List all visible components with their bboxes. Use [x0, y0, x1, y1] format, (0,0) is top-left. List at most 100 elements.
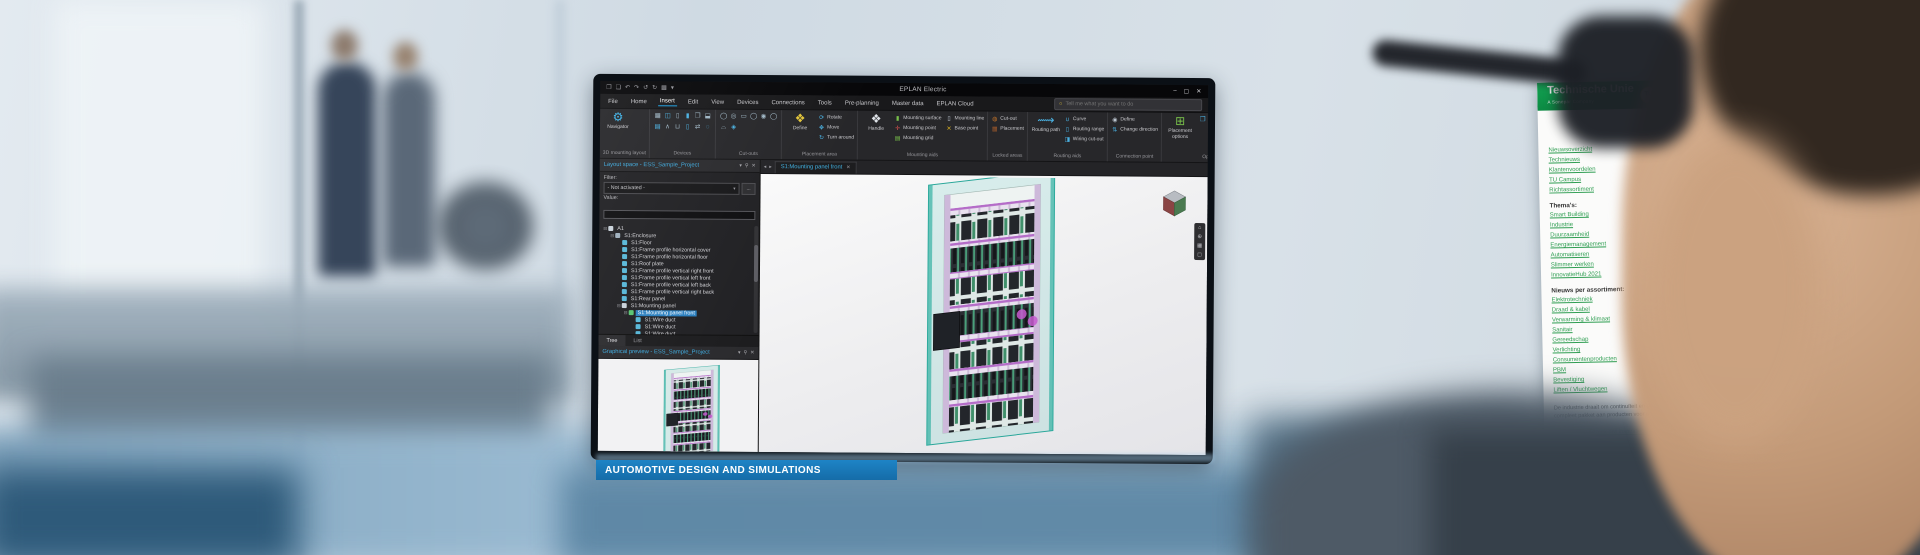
- qat-button[interactable]: ▾: [671, 84, 674, 91]
- ribbon-button-cut-out[interactable]: ◍ Cut-out: [991, 114, 1024, 124]
- nav-link-technieuws[interactable]: Technieuws: [1549, 156, 1581, 166]
- menu-file[interactable]: File: [606, 96, 620, 105]
- tab-scroll-arrow[interactable]: ◂: [764, 164, 767, 170]
- panel-header-icon[interactable]: ✕: [750, 350, 754, 356]
- ribbon-button-turn-around[interactable]: ↻ Turn around: [818, 132, 854, 142]
- ribbon-tool-icon[interactable]: ◌: [703, 123, 712, 133]
- theme-link-innovatiehub-2021[interactable]: InnovatieHub 2021: [1551, 270, 1602, 280]
- doc-tab-close-icon[interactable]: ✕: [846, 165, 850, 171]
- navigation-cube[interactable]: [1157, 185, 1191, 219]
- assortment-link-liften-vluchtwegen[interactable]: Liften / Vluchtwegen: [1553, 385, 1607, 395]
- ribbon-tool-icon[interactable]: ▯: [683, 122, 692, 132]
- dock-tab-list[interactable]: List: [625, 335, 649, 346]
- panel-header-icon[interactable]: ⚲: [744, 350, 748, 356]
- view-tool-icon[interactable]: ▦: [1197, 243, 1202, 249]
- filter-browse-button[interactable]: ...: [741, 182, 756, 195]
- menu-view[interactable]: View: [709, 97, 726, 106]
- theme-link-slimmer-werken[interactable]: Slimmer werken: [1551, 261, 1594, 271]
- menu-devices[interactable]: Devices: [735, 97, 760, 106]
- ribbon-button-routing-range[interactable]: ▯ Routing range: [1064, 124, 1105, 134]
- ribbon-tool-icon[interactable]: ❒: [1198, 115, 1207, 125]
- theme-link-smart-building[interactable]: Smart Building: [1550, 211, 1589, 221]
- minimize-button[interactable]: –: [1173, 88, 1176, 95]
- menu-insert[interactable]: Insert: [657, 96, 677, 107]
- nav-link-nieuwsoverzicht[interactable]: Nieuwsoverzicht: [1548, 146, 1592, 156]
- ribbon-button-mounting-surface[interactable]: ▮ Mounting surface: [894, 113, 942, 123]
- ribbon-button-define[interactable]: ◉ Define: [1111, 114, 1158, 124]
- ribbon-tool-icon[interactable]: ⇄: [693, 123, 702, 133]
- tree-scrollbar[interactable]: [753, 225, 759, 333]
- assortment-link-pbm[interactable]: PBM: [1553, 366, 1566, 375]
- assortment-link-consumentenproducten[interactable]: Consumentenproducten: [1553, 355, 1617, 365]
- menu-tools[interactable]: Tools: [816, 98, 834, 107]
- ribbon-tool-icon[interactable]: ∧: [663, 122, 672, 132]
- menu-edit[interactable]: Edit: [686, 97, 700, 106]
- ribbon-button-placement-options[interactable]: ⊞ Placement options: [1165, 114, 1195, 140]
- qat-button[interactable]: ▦: [661, 84, 667, 91]
- doc-tab-mounting-panel-front[interactable]: S1:Mounting panel front ✕: [774, 160, 857, 174]
- ribbon-tool-icon[interactable]: ⬓: [703, 112, 712, 122]
- tree-scrollbar-thumb[interactable]: [753, 245, 759, 282]
- panel-header-icon[interactable]: ⚲: [745, 163, 749, 169]
- theme-link-energiemanagement[interactable]: Energiemanagement: [1550, 240, 1606, 250]
- tab-scroll-arrow[interactable]: ▸: [769, 164, 772, 170]
- dock-tab-tree[interactable]: Tree: [598, 334, 626, 347]
- ribbon-tool-icon[interactable]: ◎: [729, 112, 738, 122]
- menu-eplan-cloud[interactable]: EPLAN Cloud: [935, 99, 976, 108]
- panel-header-icon[interactable]: ▾: [738, 350, 741, 356]
- ribbon-button-mounting-grid[interactable]: ▤ Mounting grid: [894, 133, 941, 143]
- view-tool-icon[interactable]: ⌂: [1198, 225, 1201, 231]
- assortment-link-draad-kabel[interactable]: Draad & kabel: [1552, 306, 1590, 316]
- ribbon-tool-icon[interactable]: ◯: [769, 112, 778, 122]
- close-button[interactable]: ✕: [1196, 88, 1201, 95]
- ribbon-tool-icon[interactable]: ◈: [729, 123, 738, 133]
- view-tool-icon[interactable]: ⊕: [1197, 234, 1202, 240]
- assortment-link-verlichting[interactable]: Verlichting: [1553, 346, 1581, 356]
- menu-connections[interactable]: Connections: [769, 98, 806, 107]
- ribbon-tool-icon[interactable]: ▭: [739, 112, 748, 122]
- qat-button[interactable]: ↺: [643, 84, 648, 91]
- qat-button[interactable]: ❐: [606, 84, 611, 91]
- nav-link-richtassortiment[interactable]: Richtassortiment: [1549, 186, 1594, 196]
- ribbon-button-move[interactable]: ✥ Move: [818, 122, 854, 132]
- nav-link-tu-campus[interactable]: TU Campus: [1549, 176, 1581, 186]
- more-info-link[interactable]: Meer weten? Bezoek ons inspiratiecentrum…: [1554, 426, 1796, 446]
- ribbon-tool-icon[interactable]: ▯: [673, 111, 682, 121]
- theme-link-industrie[interactable]: Industrie: [1550, 221, 1573, 230]
- assortment-link-gereedschap[interactable]: Gereedschap: [1552, 336, 1588, 346]
- ribbon-button-routing-path[interactable]: ⟿ Routing path: [1031, 113, 1061, 134]
- view-tool-icon[interactable]: ◻: [1197, 252, 1202, 258]
- ribbon-button-rotate[interactable]: ⟳ Rotate: [818, 112, 854, 122]
- ribbon-button-handle[interactable]: ❖ Handle: [861, 112, 891, 133]
- ribbon-button-mounting-line[interactable]: ▯ Mounting line: [946, 113, 985, 123]
- qat-button[interactable]: ↻: [652, 84, 657, 91]
- ribbon-button-base-point[interactable]: ✕ Base point: [945, 123, 984, 133]
- ribbon-button-mounting-point[interactable]: ✛ Mounting point: [894, 123, 941, 133]
- assortment-link-verwarming-klimaat[interactable]: Verwarming & klimaat: [1552, 315, 1610, 325]
- qat-button[interactable]: ❏: [616, 84, 621, 91]
- ribbon-button-placement[interactable]: ▦ Placement: [991, 124, 1024, 134]
- ribbon-tool-icon[interactable]: ◫: [663, 111, 672, 121]
- ribbon-tool-icon[interactable]: ▤: [653, 122, 662, 132]
- ribbon-button-wiring-cut-out[interactable]: ◨ Wiring cut-out: [1064, 134, 1104, 144]
- ribbon-tool-icon[interactable]: ▦: [653, 111, 662, 121]
- ribbon-tool-icon[interactable]: ◉: [759, 112, 768, 122]
- menu-pre-planning[interactable]: Pre-planning: [843, 98, 881, 107]
- value-input[interactable]: [603, 209, 756, 220]
- ribbon-tool-icon[interactable]: ◯: [719, 112, 728, 122]
- panel-header-icon[interactable]: ✕: [751, 163, 755, 169]
- panel-header-icon[interactable]: ▾: [739, 163, 742, 169]
- ribbon-tool-icon[interactable]: ❒: [693, 112, 702, 122]
- qat-button[interactable]: ↷: [634, 84, 639, 91]
- ribbon-tool-icon[interactable]: ▮: [683, 111, 692, 121]
- assortment-link-bevestiging[interactable]: Bevestiging: [1553, 376, 1584, 386]
- qat-button[interactable]: ↶: [625, 84, 630, 91]
- ribbon-tool-icon[interactable]: ◯: [749, 112, 758, 122]
- menu-home[interactable]: Home: [629, 97, 649, 106]
- theme-link-duurzaamheid[interactable]: Duurzaamheid: [1550, 231, 1589, 241]
- ribbon-tool-icon[interactable]: ⊔: [673, 122, 682, 132]
- search-input[interactable]: [1065, 101, 1198, 109]
- ribbon-tool-icon[interactable]: ⌓: [719, 123, 728, 133]
- ribbon-button-curve[interactable]: ∪ Curve: [1064, 114, 1104, 124]
- theme-link-automatiseren[interactable]: Automatiseren: [1551, 251, 1590, 261]
